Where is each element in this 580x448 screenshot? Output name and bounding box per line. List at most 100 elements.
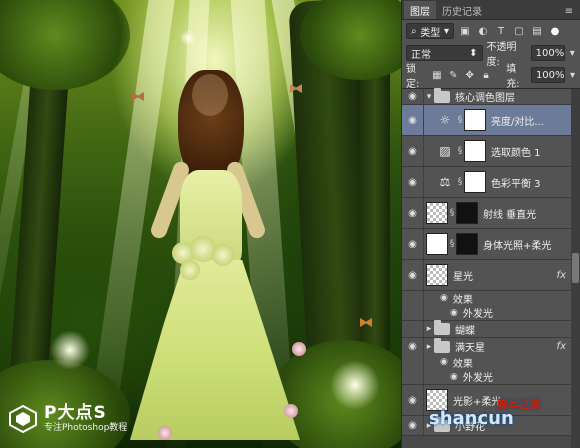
blend-mode-select[interactable]: 正常 ⬍	[406, 45, 483, 61]
layer-body-light[interactable]: ◉ § 身体光照+柔光	[402, 229, 580, 260]
eye-icon[interactable]	[402, 355, 424, 369]
eye-icon[interactable]: ◉	[402, 260, 424, 290]
tab-layers[interactable]: 图层	[404, 1, 436, 19]
layers-panel: 图层 历史记录 ≡ ⌕ 类型 ▾ ▣ ◐ T ▢ ▤ ● 正常 ⬍ 不透明度: …	[401, 0, 580, 448]
pixel-filter-icon[interactable]: ▣	[458, 24, 472, 38]
layer-thumb[interactable]	[426, 202, 448, 224]
layer-group-stars[interactable]: ◉ ▸ 满天星 fx	[402, 337, 580, 355]
layer-color-balance[interactable]: ◉ ⚖ § 色彩平衡 3	[402, 167, 580, 198]
scrollbar-thumb[interactable]	[572, 253, 579, 283]
smart-object-filter-icon[interactable]: ▤	[530, 24, 544, 38]
layer-mask-thumb[interactable]	[456, 202, 478, 224]
fill-value: 100%	[535, 69, 565, 81]
type-filter-icon[interactable]: T	[494, 24, 508, 38]
chevron-right-icon[interactable]: ▸	[424, 342, 434, 352]
eye-icon[interactable]	[402, 369, 424, 384]
chevron-down-icon[interactable]: ▾	[569, 46, 576, 60]
eye-icon[interactable]: ◉	[402, 136, 424, 166]
eye-icon[interactable]: ◉	[402, 105, 424, 135]
filter-kind-select[interactable]: ⌕ 类型 ▾	[406, 23, 454, 39]
lock-position-icon[interactable]: ✥	[463, 68, 475, 82]
logo-subtitle: 专注Photoshop教程	[44, 423, 128, 433]
tab-history[interactable]: 历史记录	[436, 1, 488, 19]
folder-icon	[434, 87, 450, 103]
eye-icon[interactable]	[402, 291, 424, 305]
eye-icon[interactable]: ◉	[402, 89, 424, 104]
eye-icon[interactable]: ◉	[402, 385, 424, 415]
layer-group-core[interactable]: ◉ ▾ 核心调色图层	[402, 87, 580, 105]
eye-icon[interactable]: ◉	[402, 338, 424, 355]
opacity-value: 100%	[535, 47, 565, 59]
layer-brightness-contrast[interactable]: ◉ ☼ § 亮度/对比...	[402, 105, 580, 136]
ps-logo-icon	[8, 404, 38, 434]
layer-name: 核心调色图层	[455, 93, 515, 104]
sparkle	[50, 330, 90, 370]
layer-mask-thumb[interactable]	[464, 140, 486, 162]
lock-label: 锁定:	[406, 64, 420, 90]
logo-title: P大点S	[44, 403, 107, 423]
canvas-photo[interactable]: P大点S 专注Photoshop教程	[0, 0, 401, 448]
lock-transparent-icon[interactable]: ▦	[431, 68, 443, 82]
flower	[292, 342, 306, 356]
chevron-down-icon[interactable]: ▾	[424, 92, 434, 102]
layer-starlight[interactable]: ◉ 星光 fx	[402, 260, 580, 291]
psd-logo: P大点S 专注Photoshop教程	[8, 404, 127, 434]
layers-scrollbar[interactable]	[571, 89, 580, 448]
shape-filter-icon[interactable]: ▢	[512, 24, 526, 38]
chevron-right-icon[interactable]: ▸	[424, 324, 434, 334]
sun-icon: ☼	[439, 113, 451, 127]
layer-name: 选取颜色 1	[491, 147, 541, 159]
layer-mask-thumb[interactable]	[464, 109, 486, 131]
eye-icon[interactable]: ◉	[450, 372, 458, 382]
color-balance-icon: ⚖	[439, 175, 451, 189]
layer-mask-thumb[interactable]	[456, 233, 478, 255]
layer-rays[interactable]: ◉ § 射线 垂直光	[402, 198, 580, 229]
eye-icon[interactable]: ◉	[402, 198, 424, 228]
sparkle	[330, 360, 380, 410]
opacity-field[interactable]: 100%	[530, 45, 565, 61]
chevron-down-icon[interactable]: ▾	[569, 68, 576, 82]
lock-all-icon[interactable]: 🔒︎	[480, 68, 492, 82]
dress-rose	[180, 260, 200, 280]
site-watermark: shancun 脚本之家	[429, 398, 541, 429]
fill-field[interactable]: 100%	[530, 67, 565, 83]
tree-trunk	[360, 60, 390, 360]
panel-menu-icon[interactable]: ≡	[562, 5, 576, 19]
effects-row[interactable]: ◉ 效果	[402, 291, 580, 306]
chain-icon: §	[449, 239, 455, 249]
effects-label: 效果	[452, 358, 473, 370]
layer-selective-color[interactable]: ◉ ▨ § 选取颜色 1	[402, 136, 580, 167]
fill-label: 填充:	[506, 64, 520, 90]
outer-glow-row[interactable]: ◉ 外发光	[402, 305, 580, 321]
layer-name: 星光	[453, 271, 473, 283]
chevron-down-icon: ⬍	[469, 47, 478, 59]
effects-row[interactable]: ◉ 效果	[402, 355, 580, 370]
blend-mode-label: 正常	[411, 49, 431, 61]
eye-icon[interactable]: ◉	[450, 308, 458, 318]
eye-icon[interactable]: ◉	[402, 167, 424, 197]
lock-pixels-icon[interactable]: ✎	[447, 68, 459, 82]
layer-thumb[interactable]	[426, 233, 448, 255]
eye-icon[interactable]	[402, 321, 424, 337]
adjustment-filter-icon[interactable]: ◐	[476, 24, 490, 38]
watermark-subtext: 脚本之家	[497, 398, 541, 411]
filter-toggle-icon[interactable]: ●	[548, 24, 562, 38]
chain-icon: §	[457, 115, 463, 125]
eye-icon[interactable]: ◉	[440, 293, 448, 303]
fx-icon[interactable]: fx	[557, 270, 566, 281]
outer-glow-row[interactable]: ◉ 外发光	[402, 369, 580, 385]
eye-icon[interactable]: ◉	[402, 229, 424, 259]
flower	[284, 404, 298, 418]
dress-skirt	[130, 260, 300, 440]
fx-icon[interactable]: fx	[557, 341, 566, 352]
outer-glow-label: 外发光	[462, 373, 493, 384]
eye-icon[interactable]: ◉	[402, 416, 424, 435]
selective-color-icon: ▨	[439, 144, 451, 158]
chain-icon: §	[449, 208, 455, 218]
layer-mask-thumb[interactable]	[464, 171, 486, 193]
eye-icon[interactable]: ◉	[440, 357, 448, 367]
layer-thumb[interactable]	[426, 264, 448, 286]
eye-icon[interactable]	[402, 305, 424, 320]
layer-group-butterfly[interactable]: ▸ 蝴蝶	[402, 320, 580, 338]
lock-row: 锁定: ▦ ✎ ✥ 🔒︎ 填充: 100% ▾	[402, 64, 580, 90]
